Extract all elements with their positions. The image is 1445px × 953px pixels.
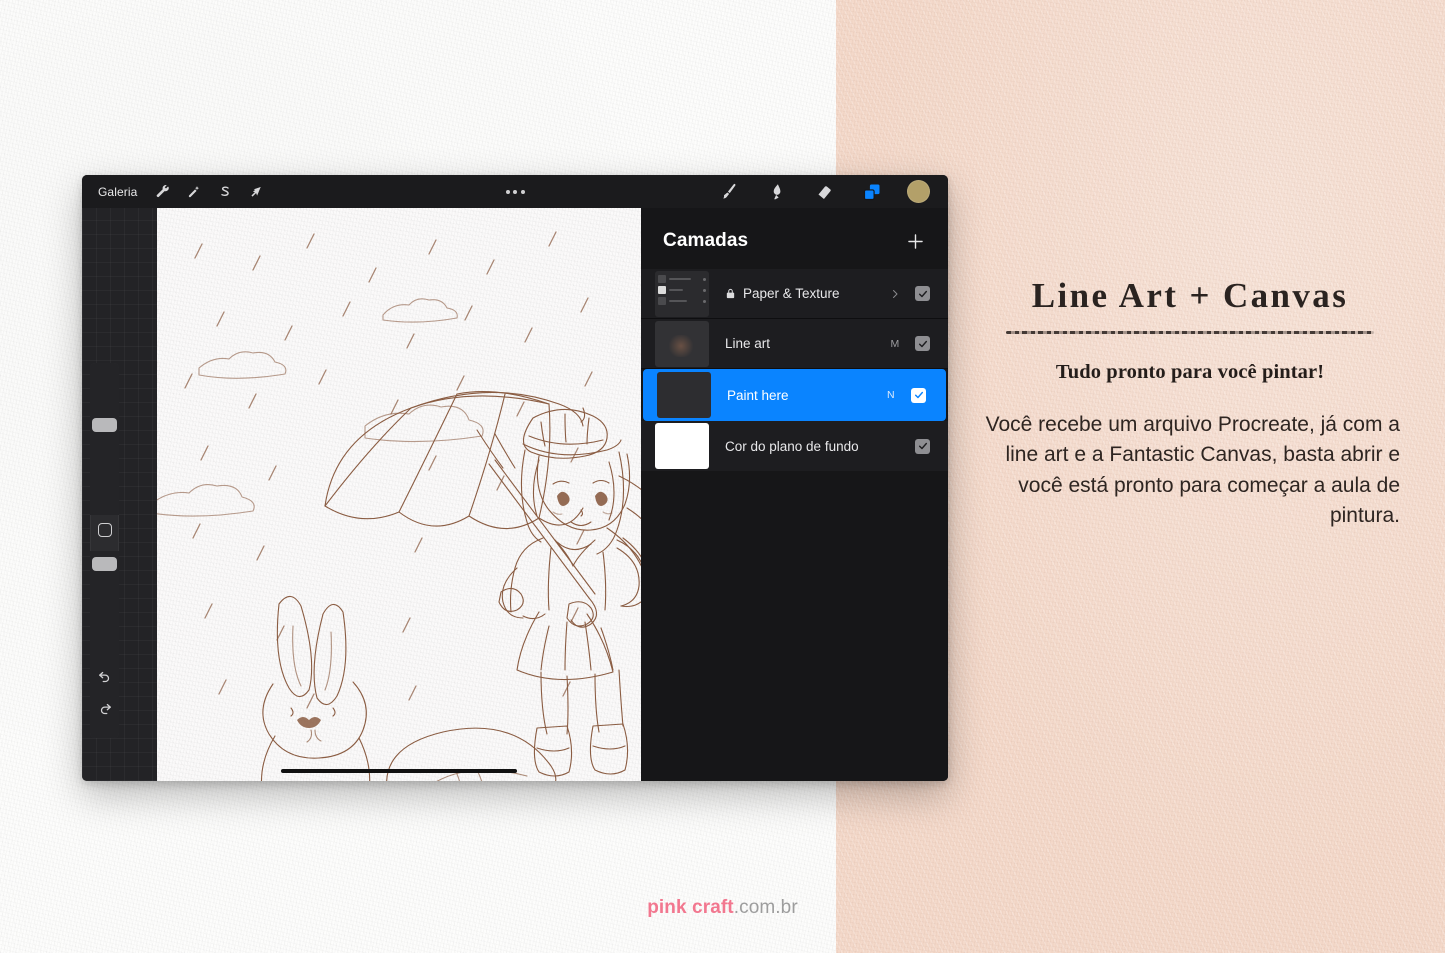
opacity-knob[interactable]	[92, 557, 117, 571]
layer-visibility-checkbox[interactable]	[915, 286, 930, 301]
layer-row-paint-here[interactable]: Paint here N	[643, 369, 946, 421]
line-art-illustration	[157, 231, 641, 781]
layer-row-controls: N	[885, 387, 926, 403]
brush-size-slider[interactable]	[90, 363, 119, 515]
paintbrush-icon[interactable]	[715, 179, 741, 205]
promo-panel: Line Art + Canvas Tudo pronto para você …	[980, 276, 1400, 531]
brand-domain: .com.br	[733, 897, 798, 918]
drawing-canvas[interactable]	[157, 208, 641, 781]
layer-row-background-color[interactable]: Cor do plano de fundo	[641, 421, 948, 471]
modify-button[interactable]	[97, 523, 112, 537]
layer-name: Cor do plano de fundo	[725, 439, 859, 454]
promo-title: Line Art + Canvas	[1031, 276, 1349, 315]
chevron-right-icon[interactable]	[889, 286, 901, 302]
footer-brand: pink craft.com.br	[0, 897, 1445, 919]
smudge-icon[interactable]	[763, 179, 789, 205]
promo-body-text: Você recebe um arquivo Procreate, já com…	[985, 413, 1400, 527]
layer-name-group: Paper & Texture	[725, 286, 840, 301]
eraser-icon[interactable]	[811, 179, 837, 205]
layer-label: Cor do plano de fundo	[725, 438, 859, 454]
layer-thumbnail-line-art	[655, 320, 709, 367]
layer-row-paper-texture[interactable]: Paper & Texture	[641, 269, 948, 319]
magic-wand-icon[interactable]	[181, 179, 207, 205]
layers-panel-title: Camadas	[663, 230, 749, 251]
layer-row-line-art[interactable]: Line art M	[641, 319, 948, 369]
layer-name: Paint here	[727, 388, 789, 403]
layer-label: Line art	[725, 336, 771, 351]
layer-label: Paint here	[727, 387, 789, 403]
gallery-button[interactable]: Galeria	[96, 182, 145, 202]
layers-icon[interactable]	[859, 179, 885, 205]
layer-thumbnail-background	[655, 423, 709, 469]
procreate-top-toolbar: Galeria	[82, 175, 948, 208]
product-mockup-page: Galeria Camadas Paper & Texture Line art…	[0, 0, 1445, 953]
layer-row-controls	[915, 438, 930, 454]
layers-panel-header: Camadas	[641, 208, 948, 252]
transform-arrow-icon[interactable]	[243, 179, 269, 205]
promo-subtitle: Tudo pronto para você pintar!	[1055, 361, 1325, 384]
layer-list: Paper & Texture Line art M Paint here N …	[641, 269, 948, 471]
lock-icon	[725, 287, 736, 300]
tool-sidebar	[90, 363, 119, 738]
home-indicator	[281, 768, 517, 773]
layer-thumbnail-paint-here	[657, 372, 711, 418]
toolbar-right-group	[715, 179, 948, 205]
layer-row-controls: M	[889, 336, 930, 351]
color-swatch-button[interactable]	[907, 180, 930, 203]
layer-label: Paper & Texture	[743, 286, 840, 301]
undo-icon[interactable]	[90, 661, 119, 691]
layer-blend-mode[interactable]: M	[889, 338, 901, 350]
layer-thumbnail-paper-texture	[655, 270, 709, 317]
tablet-device: Galeria Camadas Paper & Texture Line art…	[82, 175, 948, 781]
toolbar-left-group: Galeria	[82, 179, 269, 205]
layers-panel: Camadas Paper & Texture Line art M Paint…	[641, 208, 948, 781]
layer-visibility-checkbox[interactable]	[915, 438, 930, 454]
adjustments-wrench-icon[interactable]	[150, 179, 176, 205]
brush-size-knob[interactable]	[92, 418, 117, 432]
brand-name: pink craft	[647, 897, 734, 918]
layer-row-controls	[889, 286, 930, 302]
selection-s-icon[interactable]	[212, 179, 238, 205]
add-layer-button[interactable]	[905, 231, 926, 252]
layer-blend-mode[interactable]: N	[885, 389, 897, 401]
more-options-icon[interactable]	[505, 189, 525, 194]
procreate-workspace: Camadas Paper & Texture Line art M Paint…	[82, 208, 948, 781]
layer-visibility-checkbox[interactable]	[911, 387, 926, 403]
layer-name: Line art	[725, 336, 770, 351]
layer-visibility-checkbox[interactable]	[915, 336, 930, 351]
decorative-divider	[1006, 331, 1374, 335]
redo-icon[interactable]	[90, 693, 119, 723]
